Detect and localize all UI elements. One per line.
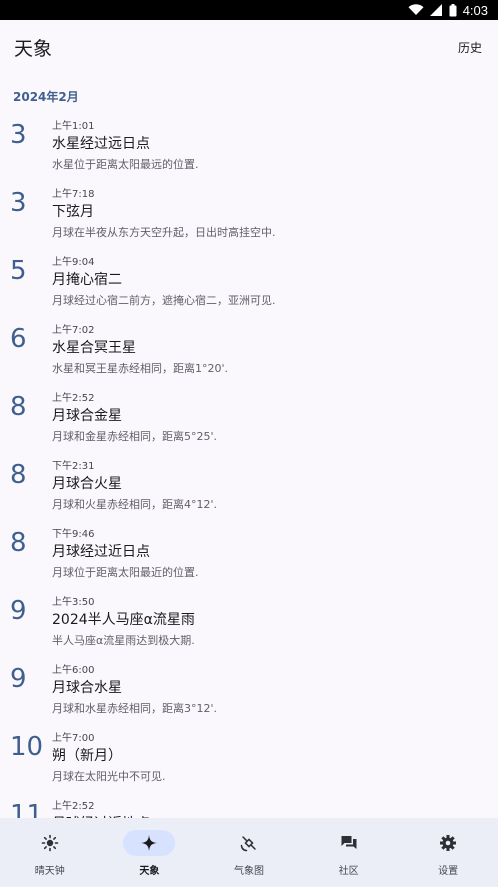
bottom-nav: 晴天钟 天象 气象图 社区 设置 xyxy=(0,818,498,887)
event-description: 半人马座α流星雨达到极大期. xyxy=(52,634,195,647)
event-description: 月球和金星赤经相同，距离5°25'. xyxy=(52,430,218,443)
satellite-icon xyxy=(240,836,256,852)
list-item[interactable]: 5 上午9:04 月掩心宿二月球经过心宿二前方，遮掩心宿二，亚洲可见. xyxy=(0,250,498,318)
event-time: 上午2:52 xyxy=(52,801,95,812)
list-item[interactable]: 10 上午7:00 朔（新月） 月球在太阳光中不可见. xyxy=(0,726,498,794)
month-header: 2024年2月 xyxy=(13,90,79,104)
event-day: 8 xyxy=(10,392,27,422)
event-day: 3 xyxy=(10,188,27,218)
nav-label: 社区 xyxy=(338,866,359,877)
event-time: 上午7:00 xyxy=(52,733,95,744)
event-day: 5 xyxy=(10,256,27,286)
event-description: 月球在半夜从东方天空升起，日出时高挂空中. xyxy=(52,226,276,239)
event-time: 上午3:50 xyxy=(52,597,95,608)
event-description: 月球经过心宿二前方，遮掩心宿二，亚洲可见. xyxy=(52,294,276,307)
event-time: 上午6:00 xyxy=(52,665,95,676)
nav-label: 设置 xyxy=(438,866,459,877)
status-bar: 4:03 xyxy=(0,0,498,20)
history-button[interactable]: 历史 xyxy=(458,39,482,56)
event-description: 月球位于距离太阳最近的位置. xyxy=(52,566,199,579)
sparkle-icon xyxy=(141,835,158,851)
status-time: 4:03 xyxy=(462,2,488,18)
event-day: 11 xyxy=(10,800,44,818)
event-time: 下午2:31 xyxy=(52,461,95,472)
gear-icon xyxy=(440,835,457,851)
nav-icon-wrap xyxy=(422,830,474,856)
event-day: 3 xyxy=(10,120,27,150)
chat-icon xyxy=(341,836,357,849)
event-day: 8 xyxy=(10,528,27,558)
event-title: 月掩心宿二 xyxy=(52,272,122,288)
event-title: 水星合冥王星 xyxy=(52,340,136,356)
nav-label: 天象 xyxy=(139,866,160,877)
event-day: 10 xyxy=(10,732,44,762)
event-title: 月球合金星 xyxy=(52,408,122,424)
event-list[interactable]: 3 上午1:01 水星经过远日点水星位于距离太阳最远的位置. 3 上午7:18 下弦月月球… xyxy=(0,114,498,818)
list-item[interactable]: 8 上午2:52 月球合金星月球和金星赤经相同，距离5°25'. xyxy=(0,386,498,454)
event-time: 上午7:18 xyxy=(52,189,95,200)
nav-item-community[interactable]: 社区 xyxy=(299,818,398,877)
event-description: 月球和火星赤经相同，距离4°12'. xyxy=(52,498,218,511)
event-title: 下弦月 xyxy=(52,204,94,220)
wifi-icon xyxy=(408,4,424,15)
event-day: 9 xyxy=(10,664,27,694)
list-item[interactable]: 8 下午2:31 月球合火星月球和火星赤经相同，距离4°12'. xyxy=(0,454,498,522)
list-item[interactable]: 8 下午9:46 月球经过近日点月球位于距离太阳最近的位置. xyxy=(0,522,498,590)
nav-item-astronomy[interactable]: 天象 xyxy=(100,818,199,877)
event-time: 上午2:52 xyxy=(52,393,95,404)
event-day: 6 xyxy=(10,324,27,354)
event-title: 月球合水星 xyxy=(52,680,122,696)
nav-icon-wrap xyxy=(323,830,375,856)
event-day: 9 xyxy=(10,596,27,626)
battery-icon xyxy=(449,3,457,16)
nav-item-weather-map[interactable]: 气象图 xyxy=(199,818,298,877)
event-time: 上午7:02 xyxy=(52,325,95,336)
event-title: 2024半人马座α流星雨 xyxy=(52,612,195,628)
event-description: 水星和冥王星赤经相同，距离1°20'. xyxy=(52,362,229,375)
sun-icon xyxy=(41,834,59,852)
list-item[interactable]: 9 上午6:00 月球合水星月球和水星赤经相同，距离3°12'. xyxy=(0,658,498,726)
event-time: 上午1:01 xyxy=(52,121,95,132)
list-item[interactable]: 9 上午3:50 2024半人马座α流星雨 半人马座α流星雨达到极大期. xyxy=(0,590,498,658)
event-title: 朔（新月） xyxy=(52,748,122,764)
list-item[interactable]: 11上午2:52月球经过近地点 xyxy=(0,794,498,818)
event-time: 下午9:46 xyxy=(52,529,95,540)
nav-icon-wrap xyxy=(123,830,176,856)
list-item[interactable]: 3 上午1:01 水星经过远日点水星位于距离太阳最远的位置. xyxy=(0,114,498,182)
page-title: 天象 xyxy=(14,37,53,60)
event-description: 水星位于距离太阳最远的位置. xyxy=(52,158,199,171)
nav-item-clear-sky-clock[interactable]: 晴天钟 xyxy=(0,818,99,877)
event-description: 月球在太阳光中不可见. xyxy=(52,770,166,783)
event-title: 月球合火星 xyxy=(52,476,122,492)
nav-item-settings[interactable]: 设置 xyxy=(399,818,498,877)
event-time: 上午9:04 xyxy=(52,257,95,268)
event-title: 水星经过远日点 xyxy=(52,136,150,152)
nav-label: 晴天钟 xyxy=(34,866,65,877)
nav-label: 气象图 xyxy=(233,866,264,877)
list-item[interactable]: 3 上午7:18 下弦月月球在半夜从东方天空升起，日出时高挂空中. xyxy=(0,182,498,250)
app-bar: 天象 历史 xyxy=(0,20,498,74)
event-day: 8 xyxy=(10,460,27,490)
list-item[interactable]: 6 上午7:02 水星合冥王星水星和冥王星赤经相同，距离1°20'. xyxy=(0,318,498,386)
signal-icon xyxy=(429,4,442,16)
nav-icon-wrap xyxy=(24,830,76,856)
nav-icon-wrap xyxy=(223,830,275,856)
event-title: 月球经过近日点 xyxy=(52,544,150,560)
event-description: 月球和水星赤经相同，距离3°12'. xyxy=(52,702,218,715)
